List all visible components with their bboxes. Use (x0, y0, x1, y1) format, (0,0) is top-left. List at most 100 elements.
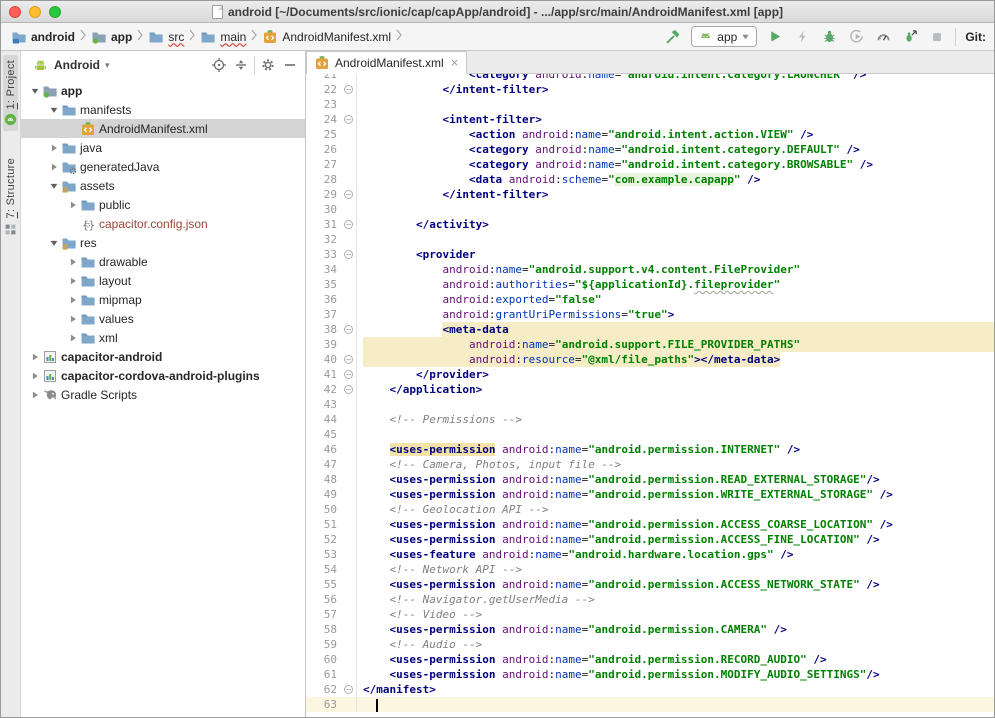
code-line-48[interactable]: 48 <uses-permission android:name="androi… (306, 472, 994, 487)
zoom-window-button[interactable] (49, 6, 61, 18)
fold-marker[interactable]: – (344, 115, 353, 124)
stop-button[interactable] (928, 28, 946, 46)
code-line-33[interactable]: 33– <provider (306, 247, 994, 262)
minimize-window-button[interactable] (29, 6, 41, 18)
code-line-21[interactable]: 21 <category android:name="android.inten… (306, 74, 994, 82)
build-hammer-button[interactable] (664, 28, 682, 46)
chevron-right-icon[interactable] (46, 162, 61, 172)
tree-item-generatedjava[interactable]: generatedJava (21, 157, 305, 176)
debug-button[interactable] (820, 28, 838, 46)
tab-androidmanifest[interactable]: AndroidManifest.xml × (306, 51, 467, 74)
code-line-51[interactable]: 51 <uses-permission android:name="androi… (306, 517, 994, 532)
fold-marker[interactable]: – (344, 355, 353, 364)
chevron-right-icon[interactable] (27, 371, 42, 381)
chevron-right-icon[interactable] (65, 200, 80, 210)
chevron-down-icon[interactable] (46, 105, 61, 115)
code-line-39[interactable]: 39 android:name="android.support.FILE_PR… (306, 337, 994, 352)
profiler-button[interactable] (874, 28, 892, 46)
code-line-62[interactable]: 62–</manifest> (306, 682, 994, 697)
tree-item-manifests[interactable]: manifests (21, 100, 305, 119)
breadcrumb-item-app[interactable]: app (89, 28, 134, 46)
chevron-right-icon[interactable] (65, 295, 80, 305)
code-line-58[interactable]: 58 <uses-permission android:name="androi… (306, 622, 994, 637)
fold-marker[interactable]: – (344, 385, 353, 394)
code-line-63[interactable]: 63 (306, 697, 994, 712)
attach-debugger-button[interactable] (901, 28, 919, 46)
chevron-right-icon[interactable] (46, 143, 61, 153)
chevron-right-icon[interactable] (65, 314, 80, 324)
chevron-down-icon[interactable]: ▾ (105, 60, 110, 71)
code-line-35[interactable]: 35 android:authorities="${applicationId}… (306, 277, 994, 292)
tree-item-assets[interactable]: assets (21, 176, 305, 195)
code-line-61[interactable]: 61 <uses-permission android:name="androi… (306, 667, 994, 682)
code-line-36[interactable]: 36 android:exported="false" (306, 292, 994, 307)
fold-marker[interactable]: – (344, 325, 353, 334)
code-line-45[interactable]: 45 (306, 427, 994, 442)
fold-marker[interactable]: – (344, 220, 353, 229)
chevron-right-icon[interactable] (65, 333, 80, 343)
code-line-30[interactable]: 30 (306, 202, 994, 217)
code-line-54[interactable]: 54 <!-- Network API --> (306, 562, 994, 577)
chevron-right-icon[interactable] (27, 352, 42, 362)
code-line-59[interactable]: 59 <!-- Audio --> (306, 637, 994, 652)
breadcrumb-item-main[interactable]: main (198, 28, 248, 46)
locate-file-icon-button[interactable] (210, 56, 228, 74)
tool-window-tab-1-project[interactable]: 1: Project (3, 55, 18, 131)
breadcrumb-item-src[interactable]: src (146, 28, 186, 46)
code-line-38[interactable]: 38– <meta-data (306, 322, 994, 337)
run-coverage-button[interactable] (847, 28, 865, 46)
code-line-47[interactable]: 47 <!-- Camera, Photos, input file --> (306, 457, 994, 472)
close-tab-icon[interactable]: × (449, 56, 459, 69)
fold-marker[interactable]: – (344, 370, 353, 379)
collapse-all-icon-button[interactable] (232, 56, 250, 74)
code-line-29[interactable]: 29– </intent-filter> (306, 187, 994, 202)
code-line-28[interactable]: 28 <data android:scheme="com.example.cap… (306, 172, 994, 187)
tree-item-drawable[interactable]: drawable (21, 252, 305, 271)
chevron-down-icon[interactable] (46, 238, 61, 248)
chevron-right-icon[interactable] (27, 390, 42, 400)
code-line-23[interactable]: 23 (306, 97, 994, 112)
code-line-32[interactable]: 32 (306, 232, 994, 247)
chevron-right-icon[interactable] (65, 276, 80, 286)
chevron-down-icon[interactable] (27, 86, 42, 96)
breadcrumb-item-androidmanifest-xml[interactable]: AndroidManifest.xml (260, 28, 393, 46)
breadcrumb-item-android[interactable]: android (9, 28, 77, 46)
code-line-49[interactable]: 49 <uses-permission android:name="androi… (306, 487, 994, 502)
tree-item-capacitor-config-json[interactable]: {}capacitor.config.json (21, 214, 305, 233)
tree-item-capacitor-android[interactable]: capacitor-android (21, 347, 305, 366)
code-line-24[interactable]: 24– <intent-filter> (306, 112, 994, 127)
run-button[interactable] (766, 28, 784, 46)
tree-item-gradle-scripts[interactable]: Gradle Scripts (21, 385, 305, 404)
fold-marker[interactable]: – (344, 250, 353, 259)
chevron-right-icon[interactable] (65, 257, 80, 267)
code-line-57[interactable]: 57 <!-- Video --> (306, 607, 994, 622)
fold-marker[interactable]: – (344, 685, 353, 694)
tree-item-values[interactable]: values (21, 309, 305, 328)
tree-item-androidmanifest-xml[interactable]: AndroidManifest.xml (21, 119, 305, 138)
tree-item-mipmap[interactable]: mipmap (21, 290, 305, 309)
tree-item-java[interactable]: java (21, 138, 305, 157)
tree-item-app[interactable]: app (21, 81, 305, 100)
code-line-52[interactable]: 52 <uses-permission android:name="androi… (306, 532, 994, 547)
tree-item-xml[interactable]: xml (21, 328, 305, 347)
gear-icon-button[interactable] (259, 56, 277, 74)
hide-panel-icon-button[interactable] (281, 56, 299, 74)
code-line-60[interactable]: 60 <uses-permission android:name="androi… (306, 652, 994, 667)
code-line-44[interactable]: 44 <!-- Permissions --> (306, 412, 994, 427)
code-line-26[interactable]: 26 <category android:name="android.inten… (306, 142, 994, 157)
code-line-40[interactable]: 40– android:resource="@xml/file_paths"><… (306, 352, 994, 367)
fold-marker[interactable]: – (344, 190, 353, 199)
fold-marker[interactable]: – (344, 85, 353, 94)
code-line-50[interactable]: 50 <!-- Geolocation API --> (306, 502, 994, 517)
tree-item-layout[interactable]: layout (21, 271, 305, 290)
code-line-22[interactable]: 22– </intent-filter> (306, 82, 994, 97)
tree-item-res[interactable]: res (21, 233, 305, 252)
apply-changes-button[interactable] (793, 28, 811, 46)
code-line-41[interactable]: 41– </provider> (306, 367, 994, 382)
code-line-25[interactable]: 25 <action android:name="android.intent.… (306, 127, 994, 142)
code-line-31[interactable]: 31– </activity> (306, 217, 994, 232)
code-line-27[interactable]: 27 <category android:name="android.inten… (306, 157, 994, 172)
code-line-53[interactable]: 53 <uses-feature android:name="android.h… (306, 547, 994, 562)
tree-item-public[interactable]: public (21, 195, 305, 214)
code-line-34[interactable]: 34 android:name="android.support.v4.cont… (306, 262, 994, 277)
